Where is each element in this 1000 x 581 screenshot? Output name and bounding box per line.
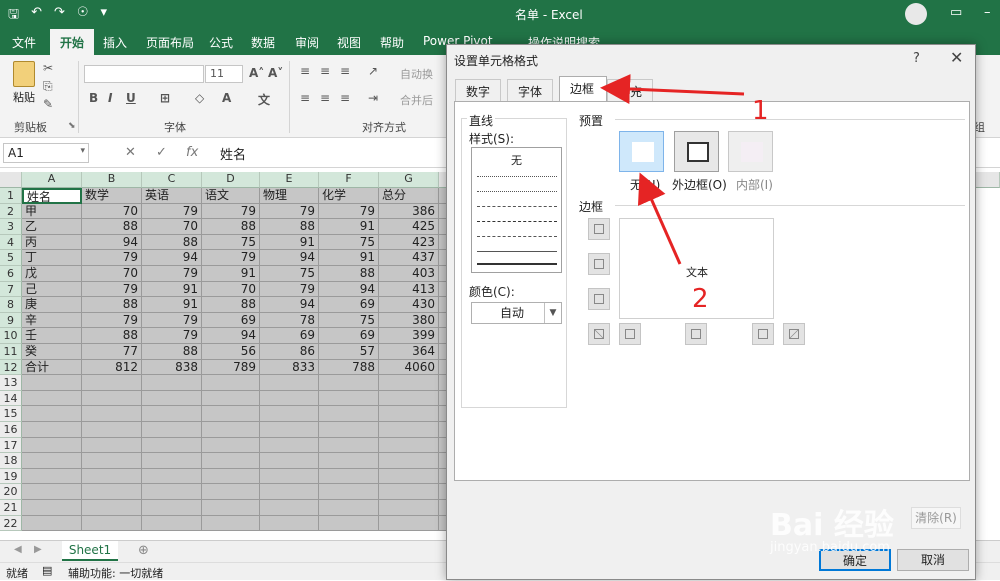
watermark-logo: Bai 经验 [770, 508, 894, 543]
annotation-arrow-1 [600, 74, 745, 105]
watermark-url: jingyan.baidu.com [770, 540, 890, 555]
annotation-arrows [600, 74, 745, 265]
annotation-number-2: 2 [692, 284, 709, 314]
annotation-number-1: 1 [752, 96, 769, 126]
annotation-arrow-2 [637, 172, 682, 265]
